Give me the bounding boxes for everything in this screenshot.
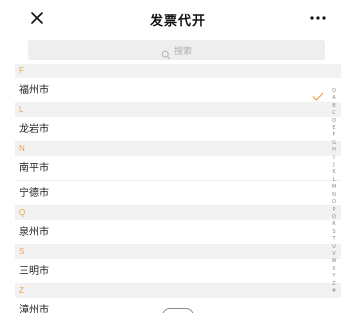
- index-letter[interactable]: H: [332, 147, 336, 154]
- index-letter[interactable]: U: [332, 244, 336, 251]
- index-letter[interactable]: I: [333, 155, 334, 162]
- city-item-sanming[interactable]: 三明市: [15, 259, 341, 284]
- index-letter[interactable]: V: [332, 251, 335, 258]
- index-letter[interactable]: Q: [332, 214, 336, 221]
- index-letter[interactable]: J: [333, 162, 334, 169]
- index-letter[interactable]: E: [332, 125, 335, 132]
- index-letter[interactable]: F: [333, 132, 336, 139]
- group-header-n: N: [15, 142, 341, 156]
- city-label: 福州市: [19, 85, 49, 96]
- index-letter[interactable]: K: [332, 169, 335, 176]
- city-label: 南平市: [19, 163, 49, 174]
- group-header-q: Q: [15, 206, 341, 220]
- index-letter[interactable]: T: [332, 236, 335, 243]
- city-item-longyan[interactable]: 龙岩市: [15, 117, 341, 142]
- index-letter[interactable]: D: [332, 118, 336, 125]
- city-label: 宁德市: [19, 188, 49, 199]
- page-title: 发票代开: [149, 14, 206, 29]
- city-label: 泉州市: [19, 227, 49, 238]
- index-letter[interactable]: N: [332, 192, 336, 199]
- search-icon: [161, 45, 171, 60]
- nav-bar: 发票代开: [15, 0, 341, 36]
- alphabet-index[interactable]: Q A B C D E F G H I J K L M N O P Q R S T U V W X Y Z #: [329, 88, 339, 295]
- city-item-quanzhou[interactable]: 泉州市: [15, 220, 341, 245]
- index-letter[interactable]: C: [332, 110, 336, 117]
- index-letter[interactable]: M: [332, 184, 336, 191]
- city-item-nanping[interactable]: 南平市: [15, 156, 341, 181]
- index-letter[interactable]: Y: [332, 273, 335, 280]
- index-letter[interactable]: B: [332, 103, 335, 110]
- index-letter[interactable]: Q: [332, 88, 336, 95]
- search-placeholder: 搜索: [173, 46, 192, 57]
- group-header-s: S: [15, 245, 341, 259]
- index-letter[interactable]: S: [332, 229, 335, 236]
- group-header-z: Z: [15, 284, 341, 298]
- index-letter[interactable]: A: [332, 95, 335, 102]
- search-bar: 搜索: [15, 36, 341, 64]
- index-letter[interactable]: L: [333, 177, 336, 184]
- city-item-ningde[interactable]: 宁德市: [15, 181, 341, 206]
- index-letter[interactable]: O: [332, 199, 336, 206]
- check-icon: [312, 86, 324, 101]
- city-label: 三明市: [19, 266, 49, 277]
- index-letter[interactable]: Z: [332, 281, 335, 288]
- group-header-f: F: [15, 64, 341, 78]
- index-letter[interactable]: R: [332, 221, 335, 228]
- index-letter[interactable]: P: [332, 207, 335, 214]
- index-letter[interactable]: W: [332, 258, 337, 265]
- home-indicator: [162, 308, 194, 313]
- city-label: 龙岩市: [19, 124, 49, 135]
- city-label: 漳州市: [19, 305, 49, 313]
- index-letter[interactable]: X: [332, 266, 335, 273]
- index-letter[interactable]: G: [332, 140, 336, 147]
- city-list: F 福州市 L 龙岩市 N 南平市 宁德市 Q 泉州市 S 三明市 Z 漳州市: [15, 64, 341, 313]
- city-item-fuzhou[interactable]: 福州市: [15, 78, 341, 103]
- group-header-l: L: [15, 103, 341, 117]
- more-icon[interactable]: [307, 9, 329, 27]
- app-screen: 发票代开 搜索 F 福州市 L 龙岩市 N 南平市 宁德市 Q 泉州市 S 三明…: [15, 0, 341, 313]
- search-input[interactable]: 搜索: [28, 40, 325, 60]
- index-letter[interactable]: #: [332, 288, 336, 295]
